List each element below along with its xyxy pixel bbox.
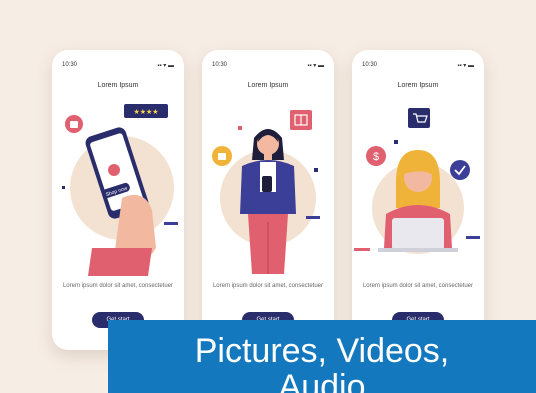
status-icons: ▪▪ ▾ ▬ <box>307 63 324 69</box>
caption-banner: Pictures, Videos, Audio <box>108 320 536 393</box>
status-bar: 10:30 ▪▪ ▾ ▬ <box>62 62 174 72</box>
phone-icon <box>262 176 272 192</box>
card-description: Lorem ipsum dolor sit amet, consectetuer <box>362 283 474 289</box>
caption-line-2: Audio <box>278 368 366 393</box>
check-icon <box>108 164 120 176</box>
status-bar: 10:30 ▪▪ ▾ ▬ <box>212 62 324 72</box>
onboarding-card-2: 10:30 ▪▪ ▾ ▬ Lorem Ipsum Lorem ipsum dol… <box>202 50 334 350</box>
svg-text:$: $ <box>373 151 379 163</box>
card-description: Lorem ipsum dolor sit amet, consectetuer <box>62 283 174 289</box>
card-title: Lorem Ipsum <box>97 82 139 89</box>
onboarding-card-1: 10:30 ▪▪ ▾ ▬ Lorem Ipsum ★★★★ Shop now L… <box>52 50 184 350</box>
status-icons: ▪▪ ▾ ▬ <box>457 63 474 69</box>
woman-laptop-illustration: $ <box>354 108 480 254</box>
woman-phone-illustration <box>212 110 320 274</box>
svg-text:★★★★: ★★★★ <box>133 108 158 116</box>
card-title: Lorem Ipsum <box>247 82 289 89</box>
status-icons: ▪▪ ▾ ▬ <box>157 63 174 69</box>
status-time: 10:30 <box>362 62 378 68</box>
caption-line-1: Pictures, Videos, <box>194 332 450 370</box>
check-circle-icon <box>450 160 470 180</box>
card-description: Lorem ipsum dolor sit amet, consectetuer <box>212 283 324 289</box>
caption-text: Pictures, Videos, Audio <box>108 333 536 393</box>
hand-phone-illustration: ★★★★ Shop now <box>62 104 178 276</box>
status-time: 10:30 <box>212 62 228 68</box>
laptop-icon <box>392 218 444 250</box>
card-title: Lorem Ipsum <box>397 82 439 89</box>
status-time: 10:30 <box>62 62 78 68</box>
onboarding-card-3: 10:30 ▪▪ ▾ ▬ Lorem Ipsum $ Lorem ipsum d… <box>352 50 484 350</box>
status-bar: 10:30 ▪▪ ▾ ▬ <box>362 62 474 72</box>
